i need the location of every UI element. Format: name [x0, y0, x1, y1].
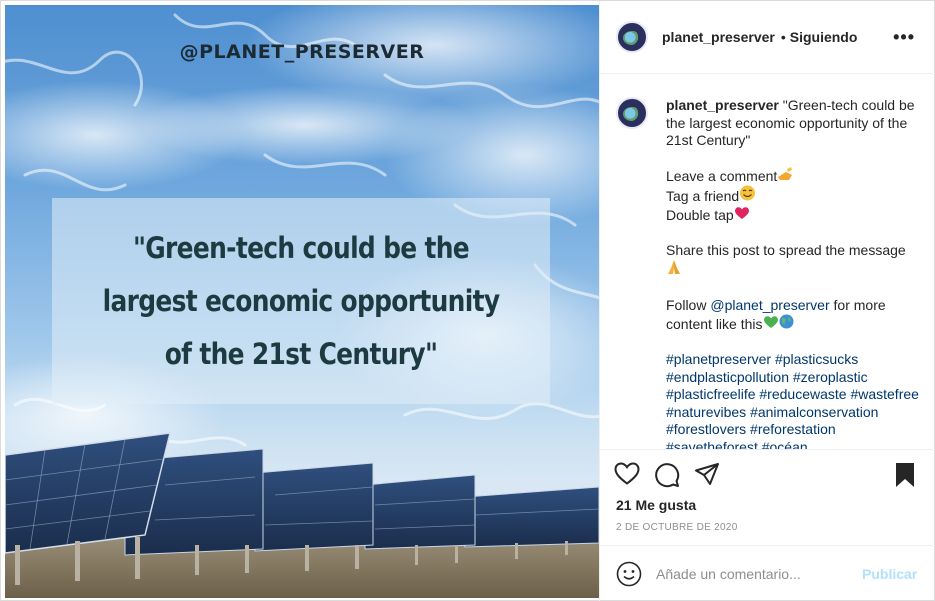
publish-button[interactable]: Publicar: [862, 566, 917, 582]
hashtag-link[interactable]: #plasticsucks: [775, 351, 858, 367]
emoji-icon[interactable]: [616, 561, 642, 587]
hashtag-link[interactable]: #zeroplastic: [793, 369, 868, 385]
double-tap-text: Double tap: [666, 206, 734, 223]
hashtag-link[interactable]: #reducewaste: [759, 386, 846, 402]
following-button[interactable]: Siguiendo: [790, 29, 858, 45]
share-text: Share this post to spread the message: [666, 241, 906, 258]
post-image[interactable]: @PLANET_PRESERVER "Green-tech could be t…: [5, 5, 599, 598]
caption-body: planet_preserver "Green-tech could be th…: [666, 97, 920, 449]
globe-emoji-icon: [779, 314, 793, 329]
caption-intro: planet_preserver "Green-tech could be th…: [666, 97, 920, 150]
header-username[interactable]: planet_preserver: [662, 29, 775, 45]
writing-hand-emoji-icon: [778, 166, 793, 180]
caption-follow: Follow @planet_preserver for more conten…: [666, 297, 920, 334]
hashtag-link[interactable]: #océan: [762, 439, 808, 449]
comment-input[interactable]: [656, 566, 852, 582]
smiling-face-emoji-icon: [740, 185, 756, 201]
hashtag-link[interactable]: #animalconservation: [750, 404, 878, 420]
red-heart-emoji-icon: [734, 207, 749, 219]
instagram-post: @PLANET_PRESERVER "Green-tech could be t…: [0, 0, 935, 601]
comment-bar: Publicar: [600, 545, 935, 601]
action-bar: [600, 449, 935, 497]
caption-avatar[interactable]: [616, 97, 648, 129]
caption-username[interactable]: planet_preserver: [666, 97, 779, 113]
share-icon[interactable]: [694, 462, 720, 486]
hashtag-link[interactable]: #savetheforest: [666, 439, 758, 449]
hashtag-link[interactable]: #reforestation: [750, 421, 836, 437]
hashtag-link[interactable]: #wastefree: [850, 386, 918, 402]
hashtag-link[interactable]: #forestlovers: [666, 421, 746, 437]
mention-link[interactable]: @planet_preserver: [710, 297, 829, 313]
caption-area[interactable]: planet_preserver "Green-tech could be th…: [600, 75, 935, 449]
tag-friend-text: Tag a friend: [666, 188, 740, 205]
post-header: planet_preserver • Siguiendo •••: [600, 1, 935, 74]
more-options-icon[interactable]: •••: [893, 28, 915, 46]
avatar[interactable]: [616, 21, 648, 53]
hashtag-link[interactable]: #endplasticpollution: [666, 369, 789, 385]
post-date[interactable]: 2 DE OCTUBRE DE 2020: [616, 522, 738, 533]
image-handle-text: @PLANET_PRESERVER: [179, 41, 425, 63]
leave-comment-text: Leave a comment: [666, 167, 778, 184]
post-sidebar: planet_preserver • Siguiendo ••• planet_…: [599, 1, 935, 601]
follow-prefix-text: Follow: [666, 296, 707, 313]
caption-cta: Leave a comment Tag a friend Double tap: [666, 166, 920, 225]
quote-text: "Green-tech could be the largest economi…: [102, 230, 500, 371]
bookmark-icon[interactable]: [894, 462, 916, 488]
hashtag-link[interactable]: #planetpreserver: [666, 351, 771, 367]
like-count[interactable]: 21 Me gusta: [616, 497, 696, 513]
comment-icon[interactable]: [654, 462, 680, 488]
heart-icon[interactable]: [614, 462, 640, 486]
quote-box: "Green-tech could be the largest economi…: [52, 198, 550, 404]
header-separator: •: [780, 29, 786, 45]
green-heart-emoji-icon: [763, 316, 778, 329]
solar-panels-graphic: [5, 432, 599, 598]
caption-share: Share this post to spread the message: [666, 242, 920, 280]
hashtag-link[interactable]: #naturevibes: [666, 404, 746, 420]
hashtag-link[interactable]: #plasticfreelife: [666, 386, 756, 402]
folded-hands-emoji-icon: [668, 260, 680, 275]
hashtag-list: #planetpreserver #plasticsucks #endplast…: [666, 351, 920, 449]
